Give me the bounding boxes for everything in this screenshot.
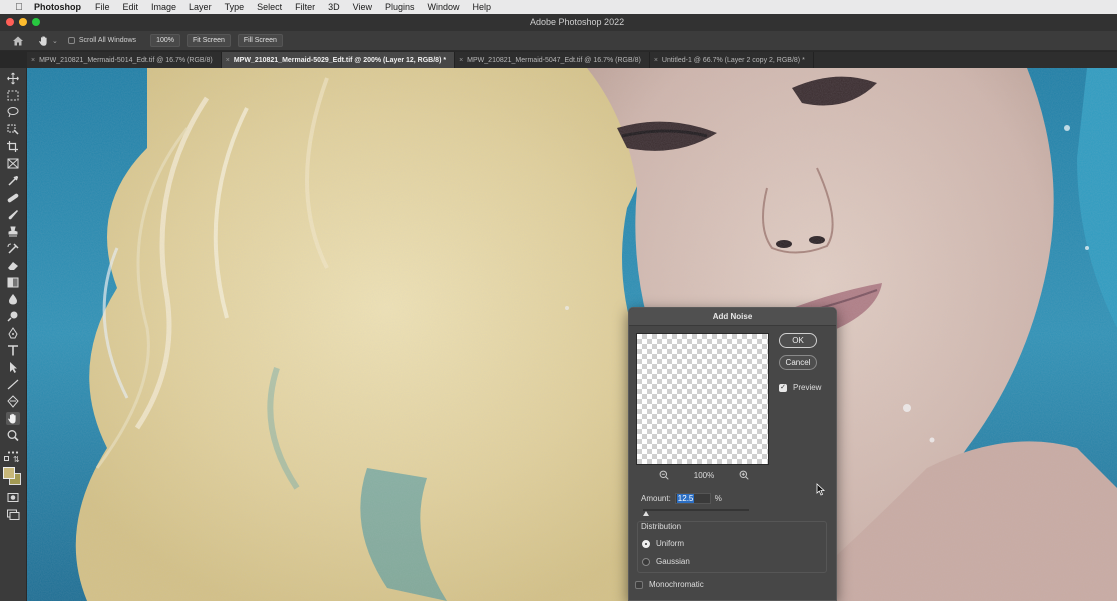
cancel-button[interactable]: Cancel (779, 355, 817, 370)
blur-tool-icon[interactable] (6, 293, 20, 306)
pen-tool-icon[interactable] (6, 327, 20, 340)
amount-label: Amount: (641, 494, 671, 503)
document-tab[interactable]: × MPW_210821_Mermaid-5014_Edt.tif @ 16.7… (27, 52, 222, 68)
menu-app-name[interactable]: Photoshop (34, 2, 81, 12)
crop-tool-icon[interactable] (6, 140, 20, 153)
filter-preview[interactable] (636, 333, 769, 465)
path-selection-tool-icon[interactable] (6, 361, 20, 374)
chevron-down-icon[interactable]: ⌄ (52, 37, 58, 45)
zoom-in-icon[interactable] (739, 470, 749, 480)
tab-label: MPW_210821_Mermaid-5014_Edt.tif @ 16.7% … (39, 56, 213, 64)
canvas-photo (27, 68, 1117, 601)
object-selection-tool-icon[interactable] (6, 123, 20, 136)
amount-input[interactable]: 12.5 (674, 493, 711, 504)
frame-tool-icon[interactable] (6, 157, 20, 170)
amount-slider-handle[interactable] (643, 511, 650, 516)
menu-type[interactable]: Type (225, 2, 245, 12)
preview-zoom-level: 100% (693, 470, 715, 480)
screen-mode-icon[interactable] (6, 508, 20, 521)
menu-filter[interactable]: Filter (295, 2, 315, 12)
menu-image[interactable]: Image (151, 2, 176, 12)
fit-screen-button[interactable]: Fit Screen (186, 34, 231, 47)
gradient-tool-icon[interactable] (6, 276, 20, 289)
healing-brush-tool-icon[interactable] (6, 191, 20, 204)
line-tool-icon[interactable] (6, 378, 20, 391)
home-icon[interactable] (12, 35, 24, 47)
amount-slider-track[interactable] (643, 509, 749, 511)
quick-mask-icon[interactable] (6, 491, 20, 504)
lasso-tool-icon[interactable] (6, 106, 20, 119)
document-canvas[interactable] (27, 68, 1117, 601)
scroll-all-windows-label: Scroll All Windows (78, 37, 137, 44)
dodge-tool-icon[interactable] (6, 310, 20, 323)
close-tab-icon[interactable]: × (459, 57, 463, 64)
history-brush-tool-icon[interactable] (6, 242, 20, 255)
close-tab-icon[interactable]: × (31, 57, 35, 64)
brush-tool-icon[interactable] (6, 208, 20, 221)
gaussian-radio[interactable] (642, 557, 650, 566)
apple-icon[interactable]:  (12, 2, 26, 13)
tools-panel: ⇅ (0, 68, 27, 601)
type-tool-icon[interactable] (6, 344, 20, 357)
monochromatic-option[interactable]: Monochromatic (635, 580, 704, 589)
document-tab[interactable]: × MPW_210821_Mermaid-5047_Edt.tif @ 16.7… (455, 52, 650, 68)
window-title: Adobe Photoshop 2022 (530, 17, 625, 27)
uniform-label: Uniform (656, 539, 685, 548)
marquee-tool-icon[interactable] (6, 89, 20, 102)
menu-edit[interactable]: Edit (123, 2, 139, 12)
amount-row: Amount: 12.5 % (641, 493, 722, 504)
tab-label: MPW_210821_Mermaid-5029_Edt.tif @ 200% (… (233, 56, 447, 64)
clone-stamp-tool-icon[interactable] (6, 225, 20, 238)
menu-file[interactable]: File (95, 2, 110, 12)
menu-bar:  Photoshop File Edit Image Layer Type S… (0, 0, 1117, 14)
foreground-color-swatch[interactable] (3, 467, 15, 479)
zoom-tool-icon[interactable] (6, 429, 20, 442)
preview-zoom-controls: 100% (659, 470, 749, 480)
add-noise-dialog: Add Noise OK Cancel ✓ Preview 100% Amoun… (628, 307, 837, 601)
preview-label: Preview (793, 383, 822, 392)
zoom-100-button[interactable]: 100% (150, 34, 180, 47)
mouse-pointer-icon (816, 483, 826, 496)
preview-checkbox[interactable]: ✓ (779, 383, 787, 392)
gaussian-option[interactable]: Gaussian (642, 557, 690, 566)
options-bar: ⌄ Scroll All Windows 100% Fit Screen Fil… (0, 31, 1117, 51)
gaussian-label: Gaussian (656, 557, 690, 566)
amount-value: 12.5 (676, 494, 695, 503)
document-tab-bar: × MPW_210821_Mermaid-5014_Edt.tif @ 16.7… (27, 52, 1117, 68)
uniform-option[interactable]: Uniform (642, 539, 684, 548)
hand-tool-icon[interactable] (38, 35, 50, 47)
amount-unit: % (714, 494, 722, 503)
fill-screen-button[interactable]: Fill Screen (237, 34, 283, 47)
zoom-out-icon[interactable] (659, 470, 669, 480)
eyedropper-tool-icon[interactable] (6, 174, 20, 187)
tab-label: MPW_210821_Mermaid-5047_Edt.tif @ 16.7% … (467, 56, 641, 64)
window-title-bar: Adobe Photoshop 2022 (0, 14, 1117, 31)
monochromatic-label: Monochromatic (649, 580, 704, 589)
distribution-label: Distribution (639, 522, 684, 531)
close-tab-icon[interactable]: × (226, 57, 230, 64)
monochromatic-checkbox[interactable] (635, 580, 643, 589)
menu-select[interactable]: Select (257, 2, 282, 12)
dialog-title: Add Noise (629, 308, 836, 326)
uniform-radio[interactable] (642, 539, 650, 548)
menu-help[interactable]: Help (473, 2, 492, 12)
scroll-all-windows-checkbox[interactable] (67, 37, 75, 44)
menu-view[interactable]: View (353, 2, 372, 12)
ok-button[interactable]: OK (779, 333, 817, 348)
move-tool-icon[interactable] (6, 72, 20, 85)
document-tab-active[interactable]: × MPW_210821_Mermaid-5029_Edt.tif @ 200%… (221, 52, 456, 68)
tab-label: Untitled-1 @ 66.7% (Layer 2 copy 2, RGB/… (661, 56, 805, 64)
hand-tool-icon[interactable] (6, 412, 20, 425)
close-tab-icon[interactable]: × (654, 57, 658, 64)
menu-layer[interactable]: Layer (189, 2, 212, 12)
menu-window[interactable]: Window (428, 2, 460, 12)
swap-colors-icon[interactable]: ⇅ (13, 455, 20, 464)
document-tab[interactable]: × Untitled-1 @ 66.7% (Layer 2 copy 2, RG… (650, 52, 814, 68)
eraser-tool-icon[interactable] (6, 259, 20, 272)
default-colors-icon[interactable] (4, 456, 9, 461)
menu-3d[interactable]: 3D (328, 2, 340, 12)
menu-plugins[interactable]: Plugins (385, 2, 415, 12)
preview-option[interactable]: ✓ Preview (779, 383, 821, 392)
shape-tool-icon[interactable] (6, 395, 20, 408)
